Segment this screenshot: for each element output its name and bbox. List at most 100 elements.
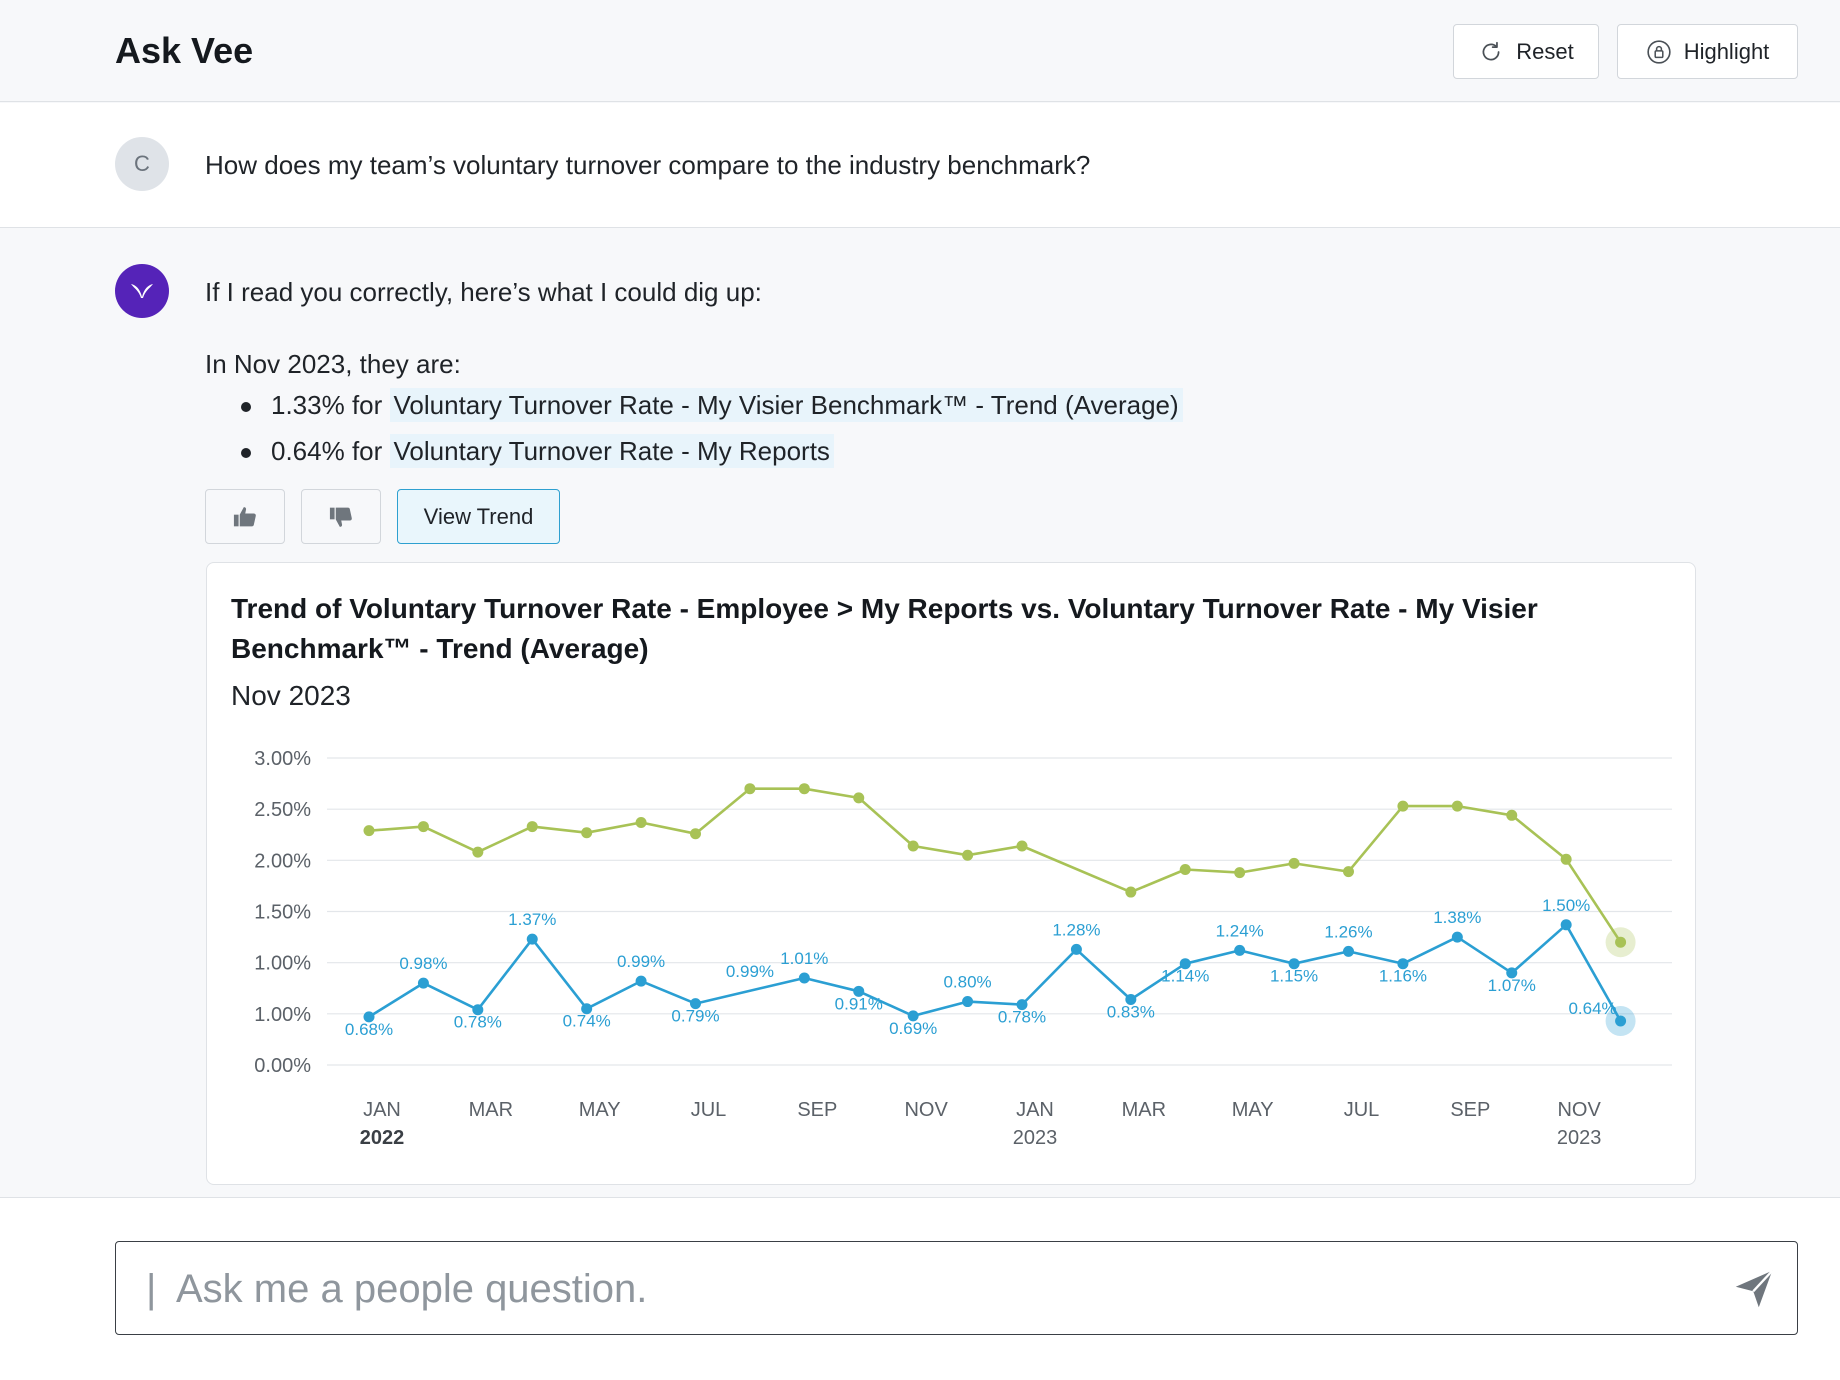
reports-point xyxy=(1615,1015,1627,1027)
y-tick-label: 1.00% xyxy=(254,953,311,975)
y-tick-label: 2.00% xyxy=(254,850,311,872)
y-tick-label: 3.00% xyxy=(254,748,311,770)
highlight-label: Highlight xyxy=(1683,38,1770,64)
data-label: 0.99% xyxy=(726,962,774,981)
benchmark-point xyxy=(1125,886,1137,898)
answer-value: 1.33% for xyxy=(271,390,390,420)
data-label: 1.28% xyxy=(1052,920,1100,939)
data-label: 0.74% xyxy=(563,1012,611,1031)
thumbs-up-button[interactable] xyxy=(205,489,285,544)
data-label: 1.50% xyxy=(1542,896,1590,915)
x-tick-label: MAR xyxy=(1122,1099,1166,1121)
data-label: 1.38% xyxy=(1433,908,1481,927)
answer-list-item: 0.64% for Voluntary Turnover Rate - My R… xyxy=(205,431,1183,477)
benchmark-point xyxy=(853,792,865,804)
x-tick-label: MAY xyxy=(1232,1099,1274,1121)
data-label: 1.14% xyxy=(1161,967,1209,986)
reports-point xyxy=(1451,931,1463,943)
assistant-avatar xyxy=(115,264,169,318)
reset-button[interactable]: Reset xyxy=(1453,24,1599,79)
data-label: 0.78% xyxy=(998,1008,1046,1027)
reports-point xyxy=(1560,919,1572,931)
highlight-button[interactable]: Highlight xyxy=(1617,24,1798,79)
data-label: 0.91% xyxy=(835,994,883,1013)
user-avatar: C xyxy=(115,137,169,191)
data-label: 0.98% xyxy=(399,954,447,973)
benchmark-point xyxy=(526,821,538,833)
data-label: 1.37% xyxy=(508,910,556,929)
benchmark-point xyxy=(744,783,756,795)
reports-point xyxy=(1070,943,1082,955)
data-label: 0.79% xyxy=(671,1007,719,1026)
x-tick-year-label: 2023 xyxy=(1557,1127,1602,1149)
question-text: How does my team’s voluntary turnover co… xyxy=(205,150,1091,180)
ask-box: | xyxy=(115,1241,1798,1335)
data-label: 1.26% xyxy=(1324,922,1372,941)
thumbs-up-icon xyxy=(233,506,256,526)
data-label: 1.16% xyxy=(1379,967,1427,986)
data-label: 0.64% xyxy=(1568,999,1616,1018)
data-label: 0.69% xyxy=(889,1019,937,1038)
reports-point xyxy=(962,996,974,1008)
x-tick-label: SEP xyxy=(1450,1099,1490,1121)
reports-point xyxy=(798,972,810,984)
y-tick-label: 2.50% xyxy=(254,799,311,821)
x-tick-label: JUL xyxy=(691,1099,727,1121)
trend-chart: 3.00% 2.50% 2.00% 1.50% 1.00% 1.00% 0.00% JAN 20… xyxy=(254,748,1672,1149)
benchmark-point xyxy=(798,783,810,795)
data-label: 1.24% xyxy=(1216,921,1264,940)
reports-line xyxy=(368,923,1622,1022)
benchmark-point xyxy=(962,849,974,861)
question-input[interactable] xyxy=(174,1264,1694,1314)
benchmark-point xyxy=(1234,867,1246,879)
x-tick-label: MAR xyxy=(469,1099,513,1121)
reports-point xyxy=(635,975,647,987)
metric-link[interactable]: Voluntary Turnover Rate - My Reports xyxy=(389,434,834,468)
benchmark-point xyxy=(1451,800,1463,812)
vee-logo-icon xyxy=(131,284,153,298)
x-tick-label: SEP xyxy=(797,1099,837,1121)
reset-icon xyxy=(1482,41,1500,60)
x-tick-label: NOV xyxy=(1557,1099,1601,1121)
data-label: 0.68% xyxy=(345,1020,393,1039)
thumbs-down-button[interactable] xyxy=(301,489,381,544)
answer-period-line: In Nov 2023, they are: xyxy=(205,349,461,379)
answer-list: 1.33% for Voluntary Turnover Rate - My V… xyxy=(205,385,1183,477)
y-tick-label: 0.00% xyxy=(254,1055,311,1077)
benchmark-point xyxy=(1343,866,1355,878)
app-title: Ask Vee xyxy=(115,30,254,71)
metric-link[interactable]: Voluntary Turnover Rate - My Visier Benc… xyxy=(389,388,1183,422)
answer-value: 0.64% for xyxy=(271,436,390,466)
view-trend-button[interactable]: View Trend xyxy=(397,489,560,544)
lock-icon xyxy=(1647,39,1671,64)
data-label: 0.80% xyxy=(943,973,991,992)
header: Ask Vee Reset Highlight xyxy=(0,0,1840,102)
text-caret: | xyxy=(146,1267,157,1311)
benchmark-point xyxy=(363,825,375,837)
benchmark-point xyxy=(1560,853,1572,865)
benchmark-point xyxy=(472,846,484,858)
benchmark-point xyxy=(1016,840,1028,852)
y-tick-label: 1.00% xyxy=(254,1004,311,1026)
data-label: 0.83% xyxy=(1107,1003,1155,1022)
x-tick-year-label: 2022 xyxy=(360,1127,405,1149)
reset-label: Reset xyxy=(1516,38,1574,64)
data-label: 0.78% xyxy=(454,1013,502,1032)
y-tick-label: 1.50% xyxy=(254,902,311,924)
answer-intro: If I read you correctly, here’s what I c… xyxy=(205,277,762,307)
benchmark-point xyxy=(1288,857,1300,869)
x-tick-label: JAN xyxy=(1016,1099,1054,1121)
x-tick-label: NOV xyxy=(904,1099,948,1121)
send-button[interactable] xyxy=(1729,1264,1779,1314)
x-tick-label: JAN xyxy=(363,1099,401,1121)
data-label: 1.01% xyxy=(780,949,828,968)
reports-point xyxy=(1234,944,1246,956)
x-tick-label: MAY xyxy=(579,1099,621,1121)
benchmark-point xyxy=(690,828,702,840)
send-icon xyxy=(1735,1270,1774,1308)
x-tick-label: JUL xyxy=(1344,1099,1380,1121)
thumbs-down-icon xyxy=(329,507,352,527)
benchmark-point xyxy=(1615,936,1627,948)
data-label: 1.15% xyxy=(1270,967,1318,986)
benchmark-point xyxy=(1397,800,1409,812)
